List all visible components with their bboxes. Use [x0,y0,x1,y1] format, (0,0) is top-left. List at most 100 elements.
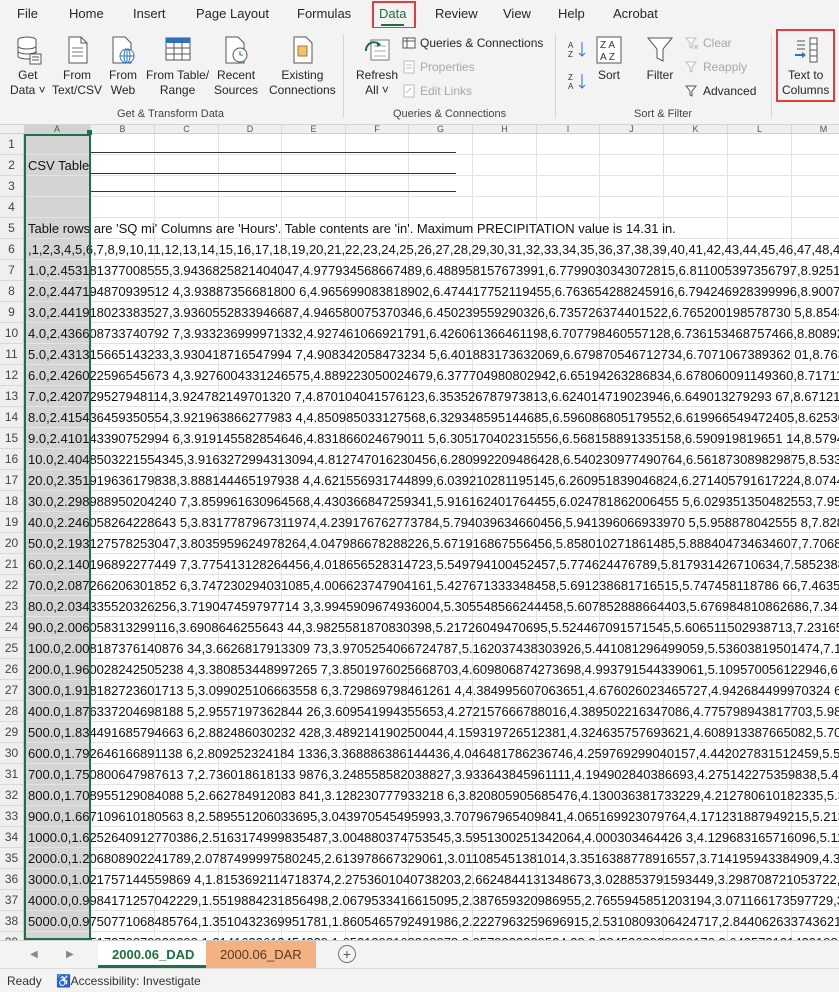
refresh-all-button[interactable]: Refresh All ˅ [356,34,398,98]
get-data-button[interactable]: Get Data ˅ [10,34,46,98]
row-header[interactable]: 24 [0,617,24,638]
row-header[interactable]: 25 [0,638,24,659]
row-header[interactable]: 13 [0,386,24,407]
cell-a15[interactable]: 9.0,2.410143390752994 6,3.91914558285464… [28,428,839,449]
cell-a37[interactable]: 4000.0,0.9984171257042229,1.551988423185… [28,890,839,911]
column-header-m[interactable]: M [792,125,839,134]
cell-a23[interactable]: 80.0,2.034335520326256,3.719047459797714… [28,596,839,617]
spreadsheet-grid[interactable]: ABCDEFGHIJKLM 1 2 CSV Table 3 4 5 Table rows a… [0,125,839,940]
row-header[interactable]: 10 [0,323,24,344]
row-header[interactable]: 8 [0,281,24,302]
properties-button[interactable]: Properties [402,58,475,76]
cell-a35[interactable]: 2000.0,1.206808902241789,2.0787499997580… [28,848,839,869]
cell-a18[interactable]: 30.0,2.298988950204240 7,3.8599616309645… [28,491,839,512]
queries-connections-button[interactable]: Queries & Connections [402,34,543,52]
column-header-i[interactable]: I [537,125,600,134]
sheet-tab-other[interactable]: 2000.06_DAR [206,941,316,968]
row-header[interactable]: 35 [0,848,24,869]
column-header-l[interactable]: L [728,125,792,134]
existing-connections-button[interactable]: Existing Connections [269,34,336,98]
column-header-k[interactable]: K [664,125,728,134]
add-sheet-icon[interactable]: + [338,945,356,963]
row-header[interactable]: 39 [0,932,24,940]
cell-a30[interactable]: 600.0,1.792646166891138 6,2.809252324184… [28,743,839,764]
row-header[interactable]: 1 [0,134,24,155]
cell-a16[interactable]: 10.0,2.4048503221554345,3.91632729943130… [28,449,839,470]
tab-help[interactable]: Help [558,6,585,24]
from-web-button[interactable]: From Web [108,34,138,98]
column-header-b[interactable]: B [91,125,155,134]
row-header[interactable]: 22 [0,575,24,596]
advanced-button[interactable]: Advanced [685,82,756,100]
row-header[interactable]: 11 [0,344,24,365]
row-header[interactable]: 31 [0,764,24,785]
filter-button[interactable]: Filter [645,34,675,83]
tab-data[interactable]: Data [379,6,406,26]
prev-sheet-icon[interactable]: ◀ [30,949,38,960]
row-header[interactable]: 38 [0,911,24,932]
from-text-csv-button[interactable]: From Text/CSV [52,34,102,98]
row-header[interactable]: 4 [0,197,24,218]
cell-a14[interactable]: 8.0,2.415436459350554,3.921963866277983 … [28,407,839,428]
row-header[interactable]: 17 [0,470,24,491]
cell-a20[interactable]: 50.0,2.193127578253047,3.803595962497826… [28,533,839,554]
cell-a29[interactable]: 500.0,1.834491685794663 6,2.882486030232… [28,722,839,743]
cell-a39[interactable]: 6000.0,0.9517370879929298,1.314162361345… [28,932,839,940]
sort-asc-button[interactable]: AZ [567,40,591,59]
cell-a21[interactable]: 60.0,2.140196892277449 7,3.7754131282644… [28,554,839,575]
cell-a6[interactable]: ,1,2,3,4,5,6,7,8,9,10,11,12,13,14,15,16,… [28,239,839,260]
tab-review[interactable]: Review [435,6,478,24]
tab-page-layout[interactable]: Page Layout [196,6,269,24]
recent-sources-button[interactable]: Recent Sources [214,34,258,98]
row-header[interactable]: 16 [0,449,24,470]
tab-view[interactable]: View [503,6,531,24]
cell-a27[interactable]: 300.0,1.918182723601713 5,3.099025106663… [28,680,839,701]
cell-a11[interactable]: 5.0,2.431315665143233,3.930418716547994 … [28,344,839,365]
cell-a34[interactable]: 1000.0,1.6252640912770386,2.516317499983… [28,827,839,848]
cell-a33[interactable]: 900.0,1.667109610180563 8,2.589551206033… [28,806,839,827]
tab-home[interactable]: Home [69,6,104,24]
row-header[interactable]: 14 [0,407,24,428]
sort-button[interactable]: Z A A Z Sort [594,34,624,83]
row-header[interactable]: 20 [0,533,24,554]
cell-a22[interactable]: 70.0,2.087266206301852 6,3.7472302940310… [28,575,839,596]
row-header[interactable]: 15 [0,428,24,449]
column-header-e[interactable]: E [282,125,346,134]
row-header[interactable]: 2 [0,155,24,176]
clear-button[interactable]: Clear [685,34,732,52]
row-header[interactable]: 18 [0,491,24,512]
row-header[interactable]: 33 [0,806,24,827]
accessibility-status[interactable]: ♿ Accessibility: Investigate [56,974,201,988]
cell-a24[interactable]: 90.0,2.006058313299116,3.6908646255643 4… [28,617,839,638]
row-header[interactable]: 19 [0,512,24,533]
row-header[interactable]: 28 [0,701,24,722]
column-header-h[interactable]: H [473,125,537,134]
text-to-columns-button[interactable]: Text to Columns [782,34,829,98]
sort-desc-button[interactable]: ZA [567,72,591,91]
cell-a25[interactable]: 100.0,2.008187376140876 34,3.66268179133… [28,638,839,659]
cell-a31[interactable]: 700.0,1.750800647987613 7,2.736018618133… [28,764,839,785]
row-header[interactable]: 29 [0,722,24,743]
fill-handle[interactable] [87,130,92,135]
row-header[interactable]: 23 [0,596,24,617]
row-header[interactable]: 12 [0,365,24,386]
cell-a10[interactable]: 4.0,2.436608733740792 7,3.93323699997133… [28,323,839,344]
from-table-range-button[interactable]: From Table/ Range [146,34,209,98]
cell-a26[interactable]: 200.0,1.960028242505238 4,3.380853448997… [28,659,839,680]
tab-insert[interactable]: Insert [133,6,166,24]
cell-a7[interactable]: 1.0,2.453181377008555,3.9436825821404047… [28,260,839,281]
row-header[interactable]: 36 [0,869,24,890]
cell-a32[interactable]: 800.0,1.708955129084088 5,2.662784912083… [28,785,839,806]
row-header[interactable]: 32 [0,785,24,806]
row-header[interactable]: 5 [0,218,24,239]
row-header[interactable]: 34 [0,827,24,848]
column-header-j[interactable]: J [600,125,664,134]
edit-links-button[interactable]: Edit Links [402,82,472,100]
sheet-tab-active[interactable]: 2000.06_DAD [98,941,209,968]
cell-a38[interactable]: 5000.0,0.9750771068485764,1.351043236995… [28,911,839,932]
cell-a8[interactable]: 2.0,2.447194870939512 4,3.93887356681800… [28,281,839,302]
row-header[interactable]: 6 [0,239,24,260]
cell-a13[interactable]: 7.0,2.420729527948114,3.924782149701320 … [28,386,839,407]
tab-acrobat[interactable]: Acrobat [613,6,658,24]
cell-a9[interactable]: 3.0,2.441918023383527,3.9360552833946687… [28,302,839,323]
